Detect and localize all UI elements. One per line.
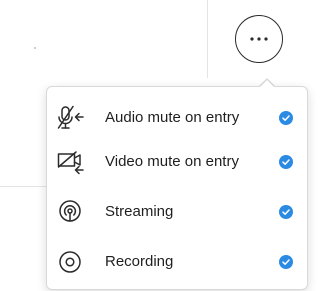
menu-item-label: Recording bbox=[105, 253, 174, 270]
background-divider bbox=[207, 0, 208, 78]
more-horizontal-icon bbox=[248, 36, 270, 42]
recording-icon bbox=[57, 249, 85, 275]
camera-muted-arrow-icon bbox=[57, 149, 85, 175]
check-icon bbox=[279, 205, 293, 219]
menu-item-label: Video mute on entry bbox=[105, 153, 239, 170]
menu-item-label: Audio mute on entry bbox=[105, 109, 240, 126]
microphone-muted-arrow-icon bbox=[57, 105, 85, 131]
menu-item-video-mute-on-entry[interactable]: Video mute on entry bbox=[47, 140, 307, 184]
check-icon bbox=[279, 111, 293, 125]
menu-item-label: Streaming bbox=[105, 203, 174, 220]
streaming-broadcast-icon bbox=[57, 199, 85, 225]
meeting-options-menu: Audio mute on entry Video mute on entry bbox=[46, 86, 308, 290]
menu-caret bbox=[259, 80, 275, 88]
check-icon bbox=[279, 155, 293, 169]
menu-item-streaming[interactable]: Streaming bbox=[47, 190, 307, 234]
menu-item-audio-mute-on-entry[interactable]: Audio mute on entry bbox=[47, 96, 307, 140]
menu-item-recording[interactable]: Recording bbox=[47, 240, 307, 284]
background-mark bbox=[34, 47, 36, 49]
background-divider bbox=[0, 186, 46, 187]
check-icon bbox=[279, 255, 293, 269]
more-options-button[interactable] bbox=[235, 15, 283, 63]
